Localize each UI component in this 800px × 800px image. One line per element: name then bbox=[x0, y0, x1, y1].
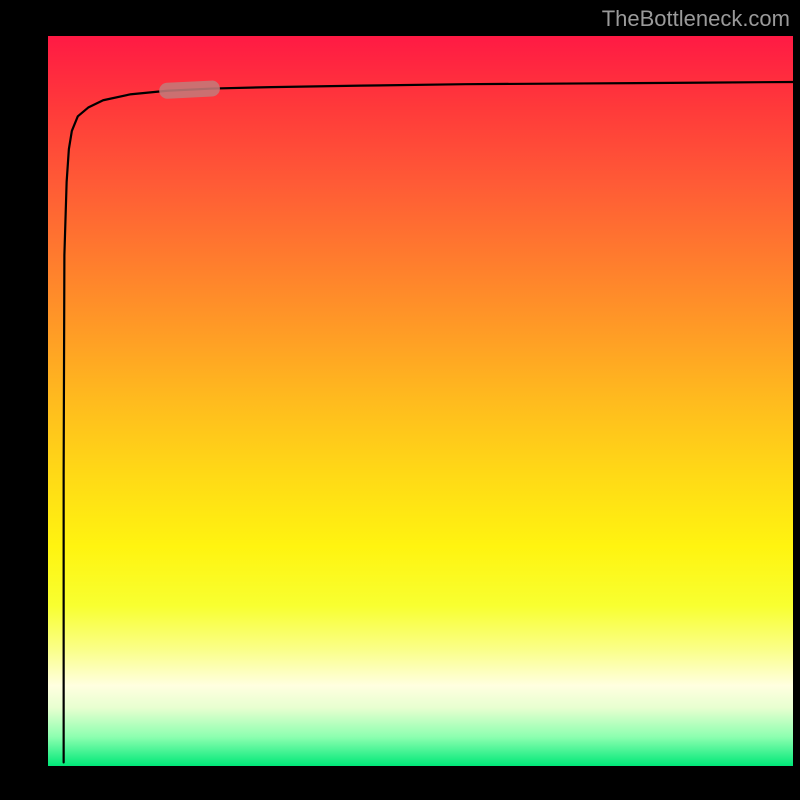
chart-plot-area bbox=[48, 36, 793, 766]
chart-marker-segment bbox=[167, 89, 212, 91]
attribution-text: TheBottleneck.com bbox=[602, 6, 790, 32]
chart-curve bbox=[64, 82, 793, 762]
chart-svg bbox=[48, 36, 793, 766]
